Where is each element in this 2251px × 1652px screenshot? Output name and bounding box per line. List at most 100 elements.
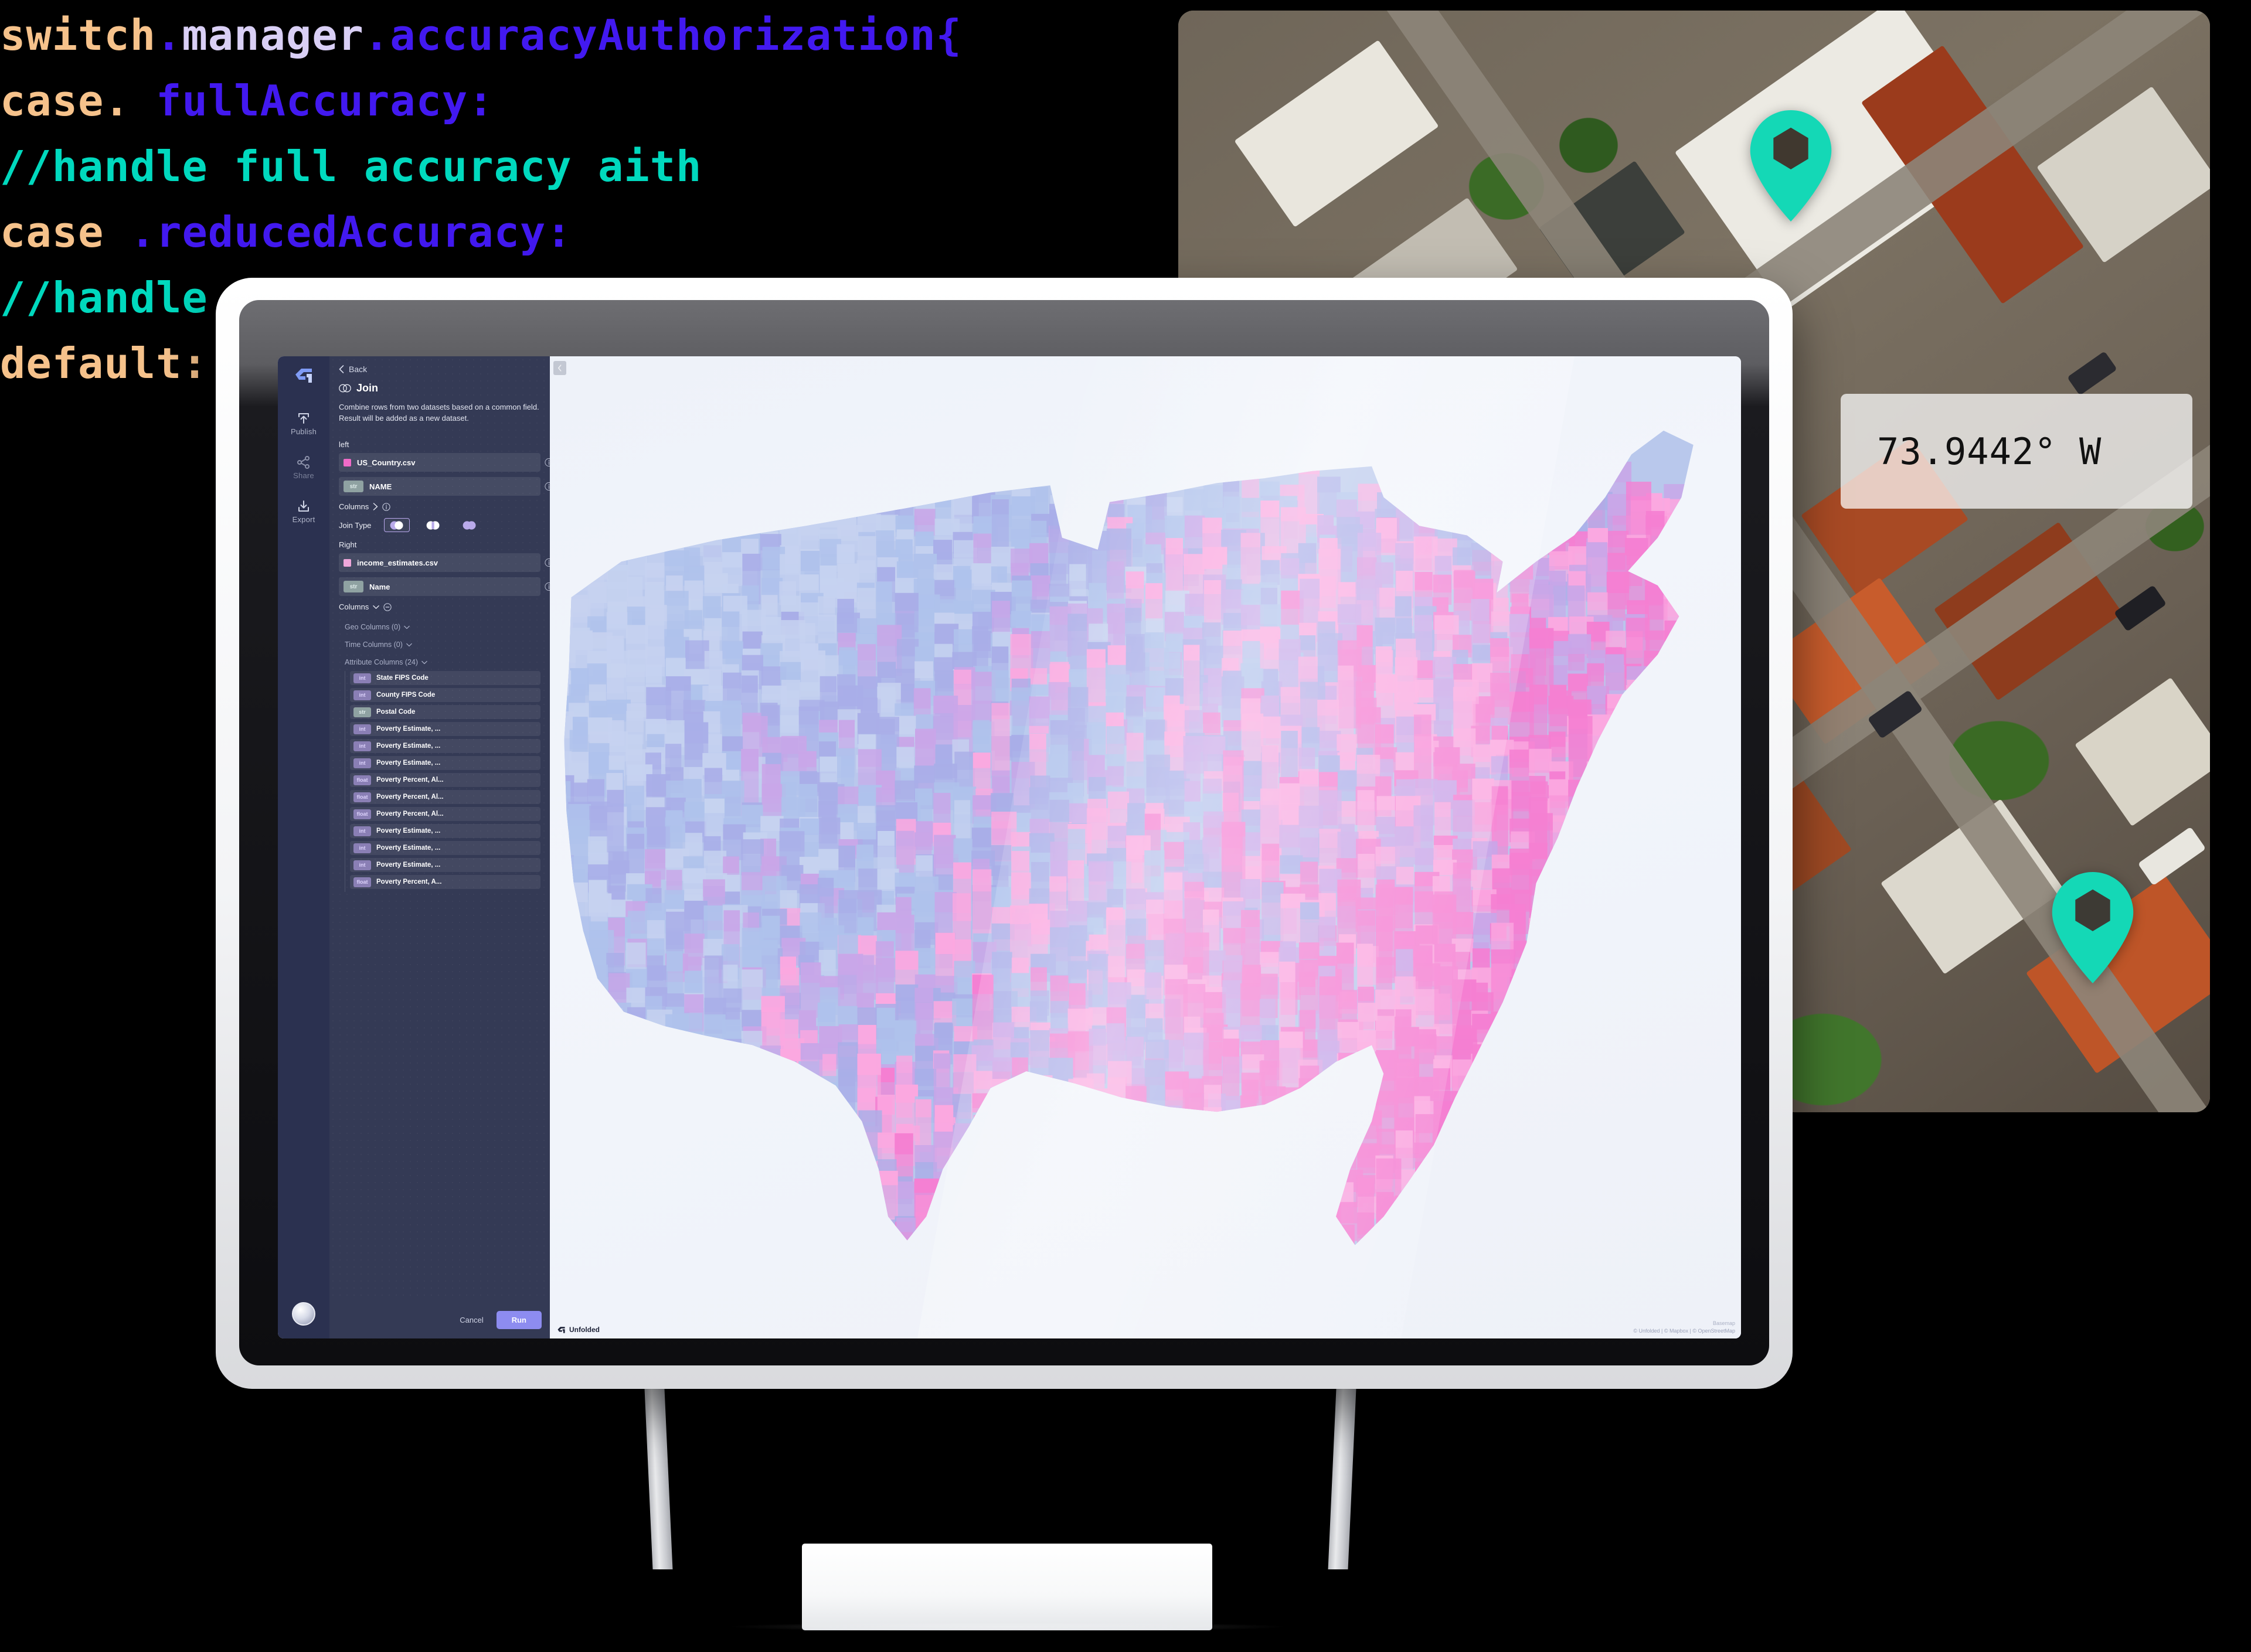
group-attribute-columns-label: Attribute Columns (24) — [345, 658, 419, 666]
right-join-field[interactable]: str Name — [339, 577, 553, 596]
column-type-chip: int — [353, 758, 371, 768]
user-avatar[interactable] — [292, 1302, 315, 1326]
map-brand: Unfolded — [557, 1326, 600, 1334]
column-row[interactable]: int State FIPS Code — [350, 671, 540, 685]
cancel-button[interactable]: Cancel — [454, 1312, 489, 1329]
column-type-chip: int — [353, 673, 371, 683]
join-type-full-outer-join[interactable] — [457, 518, 482, 532]
map-brand-label: Unfolded — [569, 1326, 600, 1334]
map-canvas[interactable]: Unfolded Basemap © Unfolded | © Mapbox |… — [550, 356, 1741, 1338]
column-name: State FIPS Code — [376, 675, 429, 682]
group-time-columns[interactable]: Time Columns (0) — [345, 641, 540, 649]
code-line-2: case. fullAccuracy: — [0, 76, 494, 125]
column-row[interactable]: float Poverty Percent, Al... — [350, 790, 540, 804]
column-row[interactable]: int Poverty Estimate, ... — [350, 858, 540, 872]
column-name: Poverty Estimate, ... — [376, 827, 441, 834]
usa-extruded-counties — [564, 430, 1694, 1245]
rail-label-publish: Publish — [290, 427, 317, 436]
run-button[interactable]: Run — [496, 1310, 542, 1329]
full-outer-join-icon — [463, 520, 476, 530]
join-type-row: Join Type — [339, 518, 540, 532]
stand-base-shadow — [732, 1622, 1283, 1631]
join-type-right-join[interactable] — [384, 518, 410, 532]
basemap-label[interactable]: Basemap — [1633, 1320, 1735, 1327]
group-geo-columns[interactable]: Geo Columns (0) — [345, 623, 540, 631]
column-name: Poverty Estimate, ... — [376, 725, 441, 733]
column-type-chip: float — [353, 877, 371, 887]
code-line-4: case .reducedAccuracy: — [0, 207, 572, 257]
column-row[interactable]: int County FIPS Code — [350, 688, 540, 702]
column-type-chip: int — [353, 843, 371, 853]
left-dataset-field[interactable]: US_Country.csv — [339, 453, 553, 472]
usa-3d-choropleth — [550, 356, 1741, 1338]
coordinate-chip: 73.9442° W — [1841, 394, 2192, 509]
chevron-left-icon — [339, 365, 344, 373]
right-columns-toggle[interactable]: Columns — [339, 602, 540, 611]
column-row[interactable]: float Poverty Percent, Al... — [350, 773, 540, 787]
chevron-down-icon — [404, 625, 410, 629]
right-field-name: Name — [369, 582, 390, 591]
map-pin-icon-bottom — [2052, 872, 2134, 983]
right-dataset-swatch — [344, 558, 351, 567]
map-attribution: Basemap © Unfolded | © Mapbox | © OpenSt… — [1633, 1320, 1735, 1335]
share-icon — [297, 456, 310, 469]
attribution-text[interactable]: © Unfolded | © Mapbox | © OpenStreetMap — [1633, 1327, 1735, 1335]
rail-item-share[interactable]: Share — [293, 456, 314, 480]
group-geo-columns-label: Geo Columns (0) — [345, 623, 401, 631]
rail-item-export[interactable]: Export — [293, 500, 315, 524]
column-row[interactable]: int Poverty Estimate, ... — [350, 841, 540, 855]
right-columns-label: Columns — [339, 602, 369, 611]
panel-title-row: Join — [339, 382, 540, 394]
column-name: Postal Code — [376, 709, 416, 716]
coordinate-value: 73.9442° W — [1877, 430, 2102, 473]
code-line-3: //handle full accuracy aith — [0, 142, 702, 191]
column-row[interactable]: int Poverty Estimate, ... — [350, 756, 540, 770]
left-columns-toggle[interactable]: Columns — [339, 502, 540, 511]
info-icon[interactable] — [382, 502, 390, 511]
column-type-chip: int — [353, 860, 371, 870]
column-name: Poverty Percent, Al... — [376, 776, 444, 784]
back-button[interactable]: Back — [339, 365, 540, 374]
rail-label-export: Export — [292, 515, 315, 524]
right-section-label: Right — [339, 540, 357, 549]
rail-label-share: Share — [293, 471, 314, 480]
unfolded-logo-icon[interactable] — [294, 367, 314, 387]
column-row[interactable]: int Poverty Estimate, ... — [350, 739, 540, 753]
chevron-down-icon — [421, 660, 427, 664]
attribute-columns-list[interactable]: int State FIPS Code int County FIPS Code str… — [345, 671, 540, 892]
left-field-type-chip: str — [344, 481, 363, 492]
column-name: Poverty Percent, Al... — [376, 793, 444, 801]
column-name: County FIPS Code — [376, 692, 436, 699]
column-row[interactable]: float Poverty Percent, Al... — [350, 807, 540, 821]
right-dataset-name: income_estimates.csv — [357, 558, 438, 567]
rail-item-publish[interactable]: Publish — [291, 412, 317, 436]
panel-actions: Cancel Run — [329, 1301, 550, 1338]
right-field-type-chip: str — [344, 581, 363, 592]
right-dataset-field[interactable]: income_estimates.csv — [339, 553, 553, 572]
column-row[interactable]: int Poverty Estimate, ... — [350, 824, 540, 838]
screen: Publish Share Export Back Join Combine r… — [278, 356, 1741, 1338]
chevron-down-icon — [373, 605, 380, 609]
monitor-stand — [216, 1376, 1793, 1631]
minus-circle-icon[interactable] — [383, 602, 392, 611]
upload-icon — [298, 413, 309, 424]
left-columns-label: Columns — [339, 502, 369, 511]
column-type-chip: int — [353, 826, 371, 836]
column-row[interactable]: float Poverty Percent, A... — [350, 875, 540, 889]
back-label: Back — [349, 365, 368, 374]
stand-arm-right — [1328, 1376, 1357, 1569]
group-time-columns-label: Time Columns (0) — [345, 641, 403, 649]
left-field-name: NAME — [369, 482, 392, 491]
left-join-field[interactable]: str NAME — [339, 477, 553, 496]
unfolded-logo-icon — [557, 1326, 565, 1333]
right-join-icon — [390, 520, 403, 530]
column-row[interactable]: str Postal Code — [350, 705, 540, 719]
column-type-chip: int — [353, 724, 371, 734]
join-venn-icon — [339, 384, 351, 393]
column-name: Poverty Estimate, ... — [376, 844, 441, 851]
monitor: Publish Share Export Back Join Combine r… — [216, 278, 1793, 1389]
join-type-label: Join Type — [339, 520, 372, 530]
column-row[interactable]: int Poverty Estimate, ... — [350, 722, 540, 736]
group-attribute-columns[interactable]: Attribute Columns (24) — [345, 658, 540, 666]
join-type-inner-join[interactable] — [420, 518, 446, 532]
